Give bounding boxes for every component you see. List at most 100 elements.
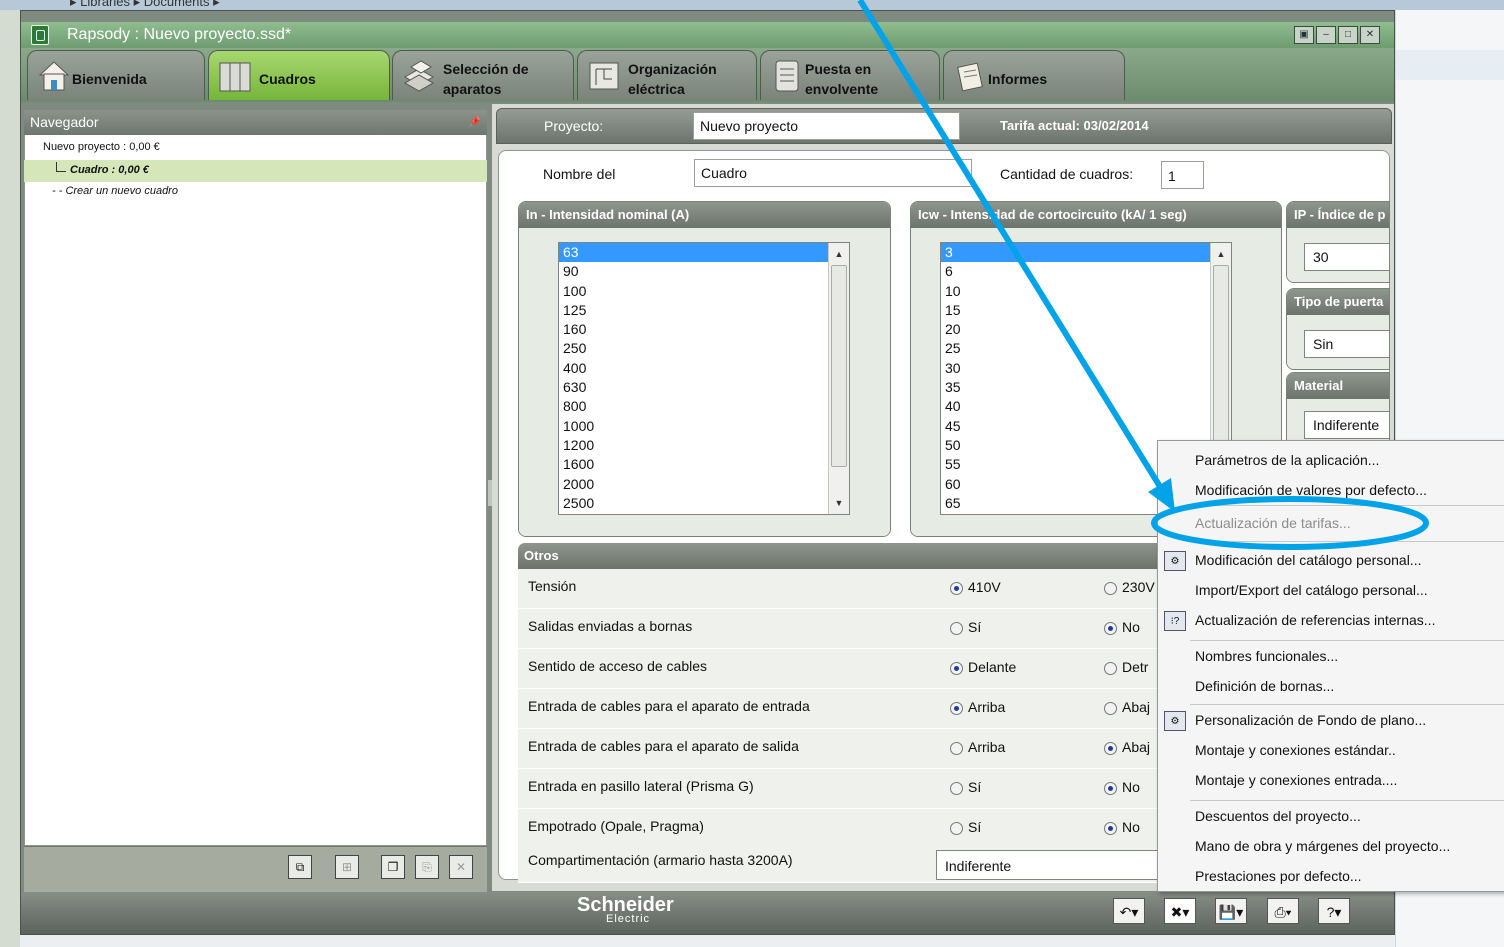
radio-option-2[interactable] bbox=[1104, 622, 1117, 635]
list-item[interactable]: 1600 bbox=[559, 455, 849, 474]
radio-option-1[interactable] bbox=[950, 662, 963, 675]
paste-icon[interactable]: ⎘ bbox=[415, 855, 439, 879]
menu-item[interactable]: Modificación de valores por defecto... bbox=[1195, 482, 1427, 498]
tree-item-cuadro[interactable]: Cuadro : 0,00 € bbox=[70, 164, 149, 176]
tab-bienvenida-label: Bienvenida bbox=[72, 71, 147, 87]
list-item[interactable]: 6 bbox=[941, 262, 1231, 281]
close-button[interactable]: ✕ bbox=[1360, 26, 1380, 44]
radio-option-2[interactable] bbox=[1104, 662, 1117, 675]
list-item[interactable]: 125 bbox=[559, 301, 849, 320]
radio-option-2[interactable] bbox=[1104, 782, 1117, 795]
print-icon[interactable]: ⎙▾ bbox=[1267, 898, 1299, 924]
delete-icon[interactable]: ✕ bbox=[449, 855, 473, 879]
project-name-field[interactable]: Nuevo proyecto bbox=[693, 112, 960, 140]
option-row: Entrada de cables para el aparato de sal… bbox=[518, 729, 1198, 769]
pin-icon[interactable]: 📌 bbox=[469, 110, 481, 135]
list-item[interactable]: 45 bbox=[941, 417, 1231, 436]
tab-informes[interactable]: Informes bbox=[943, 50, 1125, 100]
scroll-thumb[interactable] bbox=[831, 265, 847, 467]
menu-item[interactable]: Descuentos del proyecto... bbox=[1195, 808, 1361, 824]
menu-item[interactable]: Mano de obra y márgenes del proyecto... bbox=[1195, 838, 1450, 854]
tab-seleccion-aparatos[interactable]: Selección de aparatos bbox=[392, 50, 574, 100]
list-item[interactable]: 40 bbox=[941, 397, 1231, 416]
list-item[interactable]: 1200 bbox=[559, 436, 849, 455]
tree-item-new-cuadro[interactable]: - - Crear un nuevo cuadro bbox=[52, 185, 178, 197]
menu-item[interactable]: Actualización de referencias internas... bbox=[1195, 612, 1435, 628]
undo-icon[interactable]: ↶▾ bbox=[1113, 898, 1145, 924]
list-item[interactable]: 30 bbox=[941, 359, 1231, 378]
list-item[interactable]: 2000 bbox=[559, 475, 849, 494]
help-icon[interactable]: ?▾ bbox=[1318, 898, 1350, 924]
maximize-button[interactable]: □ bbox=[1338, 26, 1358, 44]
tools-icon[interactable]: ✖▾ bbox=[1164, 898, 1196, 924]
radio-label-2: No bbox=[1122, 819, 1140, 835]
radio-option-1[interactable] bbox=[950, 622, 963, 635]
menu-item[interactable]: Prestaciones por defecto... bbox=[1195, 868, 1362, 884]
list-item[interactable]: 35 bbox=[941, 378, 1231, 397]
list-item[interactable]: 160 bbox=[559, 320, 849, 339]
tab-bienvenida[interactable]: Bienvenida bbox=[27, 50, 205, 100]
menu-item[interactable]: Montaje y conexiones estándar.. bbox=[1195, 742, 1396, 758]
copy-icon[interactable]: ❐ bbox=[381, 855, 405, 879]
restore-icon[interactable]: ▣ bbox=[1294, 26, 1314, 44]
list-item[interactable]: 2500 bbox=[559, 494, 849, 513]
list-item[interactable]: 100 bbox=[559, 282, 849, 301]
list-item[interactable]: 250 bbox=[559, 339, 849, 358]
radio-option-1[interactable] bbox=[950, 582, 963, 595]
copy-layout-icon[interactable]: ⊞ bbox=[335, 855, 359, 879]
ip-combo[interactable]: 30 bbox=[1304, 243, 1390, 271]
option-row: Entrada en pasillo lateral (Prisma G) Sí N… bbox=[518, 769, 1198, 809]
splitter-handle[interactable] bbox=[488, 480, 492, 506]
tab-cuadros[interactable]: Cuadros bbox=[208, 50, 390, 100]
navigator-title: Navegador bbox=[30, 114, 99, 130]
scroll-up-icon[interactable]: ▲ bbox=[829, 245, 849, 263]
tree-item-project[interactable]: Nuevo proyecto : 0,00 € bbox=[43, 141, 160, 153]
menu-item[interactable]: Nombres funcionales... bbox=[1195, 648, 1338, 664]
menu-separator bbox=[1190, 704, 1504, 705]
compart-combo[interactable]: Indiferente bbox=[936, 850, 1158, 880]
list-item[interactable]: 20 bbox=[941, 320, 1231, 339]
cuadro-name-field[interactable]: Cuadro bbox=[694, 159, 972, 187]
list-item[interactable]: 400 bbox=[559, 359, 849, 378]
option-label: Entrada en pasillo lateral (Prisma G) bbox=[528, 778, 754, 794]
menu-item[interactable]: Actualización de tarifas... bbox=[1195, 515, 1351, 531]
tab-organizacion-electrica[interactable]: Organización eléctrica bbox=[577, 50, 757, 100]
list-item[interactable]: 15 bbox=[941, 301, 1231, 320]
list-item[interactable]: 25 bbox=[941, 339, 1231, 358]
menu-item[interactable]: Parámetros de la aplicación... bbox=[1195, 452, 1379, 468]
radio-option-2[interactable] bbox=[1104, 702, 1117, 715]
duplicate-icon[interactable]: ⧉ bbox=[288, 855, 312, 879]
tab-puesta-envolvente[interactable]: Puesta en envolvente bbox=[760, 50, 940, 100]
menu-item[interactable]: Modificación del catálogo personal... bbox=[1195, 552, 1421, 568]
list-item[interactable]: 90 bbox=[559, 262, 849, 281]
scroll-up-icon[interactable]: ▲ bbox=[1211, 245, 1231, 263]
radio-option-2[interactable] bbox=[1104, 742, 1117, 755]
list-item[interactable]: 800 bbox=[559, 397, 849, 416]
radio-option-1[interactable] bbox=[950, 782, 963, 795]
menu-item[interactable]: Definición de bornas... bbox=[1195, 678, 1334, 694]
save-icon[interactable]: 💾▾ bbox=[1215, 898, 1247, 924]
material-combo[interactable]: Indiferente bbox=[1304, 411, 1390, 439]
in-scrollbar[interactable]: ▲ ▼ bbox=[828, 243, 849, 514]
list-item[interactable]: 1000 bbox=[559, 417, 849, 436]
list-item[interactable]: 10 bbox=[941, 282, 1231, 301]
in-listbox[interactable]: 63 90 100 125 160 250 400 630 800 1000 1200 1600 200… bbox=[558, 242, 850, 515]
minimize-button[interactable]: – bbox=[1316, 26, 1336, 44]
radio-option-2[interactable] bbox=[1104, 822, 1117, 835]
door-combo[interactable]: Sin bbox=[1304, 330, 1390, 358]
qty-field[interactable]: 1 bbox=[1161, 161, 1204, 189]
menu-item[interactable]: Import/Export del catálogo personal... bbox=[1195, 582, 1428, 598]
scroll-thumb[interactable] bbox=[1213, 265, 1229, 467]
radio-label-1: Sí bbox=[968, 819, 982, 835]
radio-option-1[interactable] bbox=[950, 742, 963, 755]
radio-option-1[interactable] bbox=[950, 702, 963, 715]
radio-option-1[interactable] bbox=[950, 822, 963, 835]
list-item[interactable]: 63 bbox=[559, 243, 849, 263]
menu-item[interactable]: Montaje y conexiones entrada.... bbox=[1195, 772, 1397, 788]
radio-option-2[interactable] bbox=[1104, 582, 1117, 595]
door-group-title: Tipo de puerta bbox=[1287, 289, 1389, 315]
scroll-down-icon[interactable]: ▼ bbox=[829, 494, 849, 512]
menu-item[interactable]: Personalización de Fondo de plano... bbox=[1195, 712, 1426, 728]
list-item[interactable]: 630 bbox=[559, 378, 849, 397]
list-item[interactable]: 3 bbox=[941, 243, 1231, 263]
